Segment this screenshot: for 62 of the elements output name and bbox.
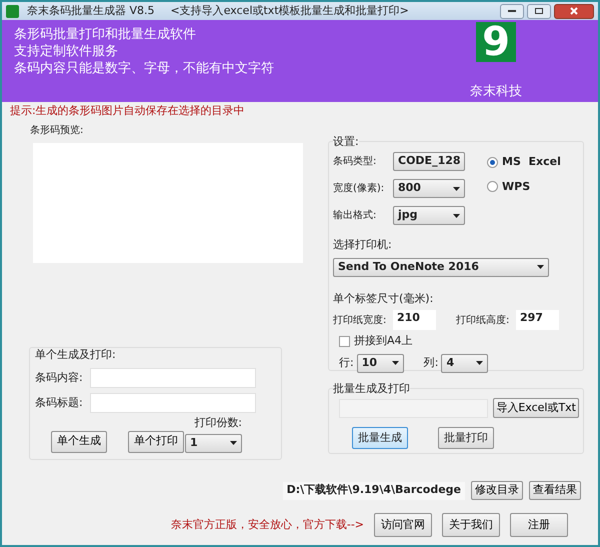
close-icon <box>570 7 578 15</box>
rows-dropdown[interactable]: 10 <box>356 354 404 372</box>
footer-button[interactable]: 注册 <box>510 513 568 537</box>
text-field[interactable] <box>90 393 256 413</box>
company-name: 奈末科技 <box>470 83 522 101</box>
radio-label: MS Excel <box>502 154 561 170</box>
paper-height-field[interactable]: 297 <box>516 310 559 330</box>
setting-label: 宽度(像素): <box>333 182 386 196</box>
footer-button[interactable]: 关于我们 <box>442 513 500 537</box>
output-button[interactable]: 查看结果 <box>529 481 581 500</box>
copies-label: 打印份数: <box>194 415 242 431</box>
setting-label: 条码类型: <box>333 154 378 169</box>
logo: 9 <box>476 22 516 62</box>
rows-label: 行: <box>339 354 354 371</box>
dropdown-arrow-icon <box>453 186 460 190</box>
paper-width-label: 打印纸宽度: <box>333 314 388 328</box>
radio-label: WPS <box>502 178 530 194</box>
text-field[interactable] <box>90 368 256 388</box>
banner-text: 条形码批量打印和批量生成软件 <box>14 26 197 43</box>
setting-dropdown[interactable]: CODE_128 <box>393 152 465 171</box>
window-subtitle: <支持导入excel或txt模板批量生成和批量打印> <box>170 2 409 19</box>
radio-button[interactable] <box>487 181 498 192</box>
checkbox[interactable] <box>339 336 350 347</box>
banner-text: 条码内容只能是数字、字母，不能有中文字符 <box>14 60 274 77</box>
setting-dropdown[interactable]: 800 <box>393 179 465 198</box>
batch-button[interactable]: 批量生成 <box>352 427 408 449</box>
dropdown-arrow-icon <box>453 214 460 218</box>
checkbox-label: 拼接到A4上 <box>354 333 413 349</box>
dropdown-arrow-icon <box>392 361 399 365</box>
preview-label: 条形码预览: <box>30 124 84 138</box>
printer-dropdown[interactable]: Send To OneNote 2016 <box>333 258 549 276</box>
batch-button[interactable]: 批量打印 <box>438 427 494 449</box>
minimize-button[interactable] <box>500 4 524 18</box>
banner-text: 支持定制软件服务 <box>14 43 119 60</box>
paper-width-field[interactable]: 210 <box>393 310 436 330</box>
columns-dropdown[interactable]: 4 <box>441 354 488 372</box>
field-label: 条码内容: <box>35 370 84 386</box>
footer-button[interactable]: 访问官网 <box>374 513 432 537</box>
field-label: 条码标题: <box>35 394 84 411</box>
maximize-button[interactable] <box>527 4 551 18</box>
radio-button[interactable] <box>487 156 498 168</box>
dropdown-arrow-icon <box>230 441 237 445</box>
official-note: 奈末官方正版，安全放心，官方下载--> <box>170 516 364 533</box>
setting-label: 输出格式: <box>333 208 378 223</box>
generate-button[interactable]: 单个生成 <box>51 430 107 452</box>
paper-height-label: 打印纸高度: <box>456 314 510 328</box>
app-icon <box>6 4 19 18</box>
dropdown-arrow-icon <box>537 265 544 269</box>
copies-dropdown[interactable]: 1 <box>185 434 242 452</box>
close-button[interactable] <box>554 4 594 18</box>
output-path-field: D:\下载软件\9.19\4\Barcodege <box>282 482 465 500</box>
print-button[interactable]: 单个打印 <box>128 430 184 452</box>
printer-label: 选择打印机: <box>333 237 393 253</box>
dropdown-arrow-icon <box>476 361 484 365</box>
import-button[interactable]: 导入Excel或Txt <box>493 398 579 418</box>
setting-dropdown[interactable]: jpg <box>393 206 465 225</box>
size-label: 单个标签尺寸(毫米): <box>333 290 434 306</box>
output-button[interactable]: 修改目录 <box>471 481 523 500</box>
group-title: 单个生成及打印: <box>35 346 117 362</box>
columns-label: 列: <box>424 354 438 371</box>
window-title: 奈末条码批量生成器 V8.5 <box>27 2 155 19</box>
hint-text: 提示:生成的条形码图片自动保存在选择的目录中 <box>9 103 246 119</box>
